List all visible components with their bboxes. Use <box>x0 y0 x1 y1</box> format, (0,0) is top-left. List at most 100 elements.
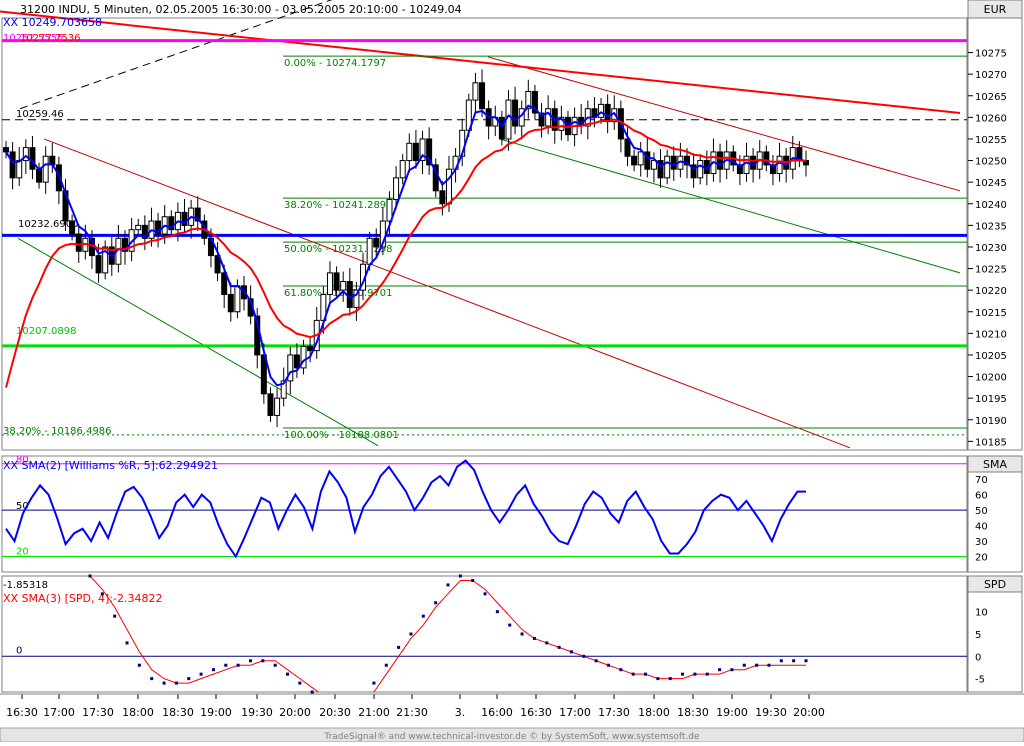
candle-body[interactable] <box>498 116 505 140</box>
candle-body[interactable] <box>373 237 380 248</box>
y-tick-label: 10215 <box>975 308 1007 319</box>
x-tick-label: 17:00 <box>559 706 591 719</box>
candle-body[interactable] <box>637 151 644 166</box>
candle-body[interactable] <box>406 142 413 162</box>
y-tick-label: 10230 <box>975 243 1007 254</box>
wpr-title: XX SMA(2) [Williams %R, 5]:62.294921 <box>3 459 218 472</box>
candle-body[interactable] <box>307 345 314 352</box>
wpr-tick-label: 40 <box>975 522 988 533</box>
candle-body[interactable] <box>631 155 638 166</box>
spd-dot <box>767 663 771 667</box>
candle-body[interactable] <box>717 151 724 170</box>
y-tick-label: 10200 <box>975 373 1007 384</box>
main-axis <box>967 17 1023 451</box>
spd-dot <box>471 578 475 582</box>
x-tick-label: 16:30 <box>520 706 552 719</box>
spd-dot <box>137 663 141 667</box>
candle-body[interactable] <box>234 285 241 313</box>
candle-body[interactable] <box>598 103 605 118</box>
candle-body[interactable] <box>439 190 446 205</box>
spd-value-label: -1.85318 <box>3 580 48 591</box>
spd-dot <box>532 636 536 640</box>
candle-body[interactable] <box>95 255 102 274</box>
candle-body[interactable] <box>664 155 671 179</box>
spd-dot <box>606 663 610 667</box>
spd-dot <box>792 659 796 663</box>
spd-dot <box>569 650 573 654</box>
candle-body[interactable] <box>42 155 49 183</box>
candle-body[interactable] <box>776 155 783 175</box>
spd-dot <box>483 592 487 596</box>
x-tick-label: 16:30 <box>6 706 38 719</box>
candle-body[interactable] <box>366 237 373 265</box>
candle-body[interactable] <box>346 281 353 308</box>
candle-body[interactable] <box>16 160 23 179</box>
spd-dot <box>705 672 709 676</box>
spd-dot <box>248 659 252 663</box>
candle-body[interactable] <box>36 168 43 183</box>
spd-dot <box>582 654 586 658</box>
magenta-level-label-2: 10277.7536 <box>20 33 80 44</box>
spd-dot <box>779 659 783 663</box>
y-tick-label: 10225 <box>975 265 1007 276</box>
spd-dot <box>397 645 401 649</box>
candle-body[interactable] <box>604 103 611 123</box>
spd-dot <box>446 583 450 587</box>
spd-dot <box>150 677 154 681</box>
candle-body[interactable] <box>472 82 479 101</box>
candle-body[interactable] <box>479 82 486 110</box>
y-tick-label: 10250 <box>975 157 1007 168</box>
y-tick-label: 10205 <box>975 351 1007 362</box>
spd-tick-label: 0 <box>975 652 981 663</box>
spd-tick-label: 10 <box>975 608 988 619</box>
candle-body[interactable] <box>512 99 519 127</box>
candle-body[interactable] <box>75 233 82 252</box>
x-tick-label: 17:30 <box>598 706 630 719</box>
candle-body[interactable] <box>545 108 552 127</box>
x-tick-label: 19:30 <box>755 706 787 719</box>
spd-dot <box>681 672 685 676</box>
candle-body[interactable] <box>670 155 677 170</box>
y-tick-label: 10185 <box>975 437 1007 448</box>
candle-body[interactable] <box>412 142 419 162</box>
trading-chart[interactable]: EUR SMA SPD TradeSignal® and www.technical-… <box>0 0 1024 743</box>
candle-body[interactable] <box>69 220 76 235</box>
candle-body[interactable] <box>399 160 406 179</box>
spd-dot <box>668 677 672 681</box>
candle-body[interactable] <box>135 224 142 231</box>
candle-body[interactable] <box>624 138 631 157</box>
y-tick-label: 10240 <box>975 200 1007 211</box>
chart-root: EUR SMA SPD TradeSignal® and www.technical-… <box>0 0 1024 743</box>
candle-body[interactable] <box>697 160 704 179</box>
y-tick-label: 10220 <box>975 286 1007 297</box>
spd-dot <box>508 623 512 627</box>
candle-body[interactable] <box>267 393 274 416</box>
x-tick-label: 18:00 <box>638 706 670 719</box>
x-tick-label: 20:30 <box>319 706 351 719</box>
spd-zero-label: 0 <box>16 645 22 656</box>
candle-body[interactable] <box>29 147 36 170</box>
williams-axis-label: SMA <box>983 458 1007 471</box>
x-tick-label: 20:00 <box>279 706 311 719</box>
candle-body[interactable] <box>227 293 234 313</box>
spd-axis-label: SPD <box>984 578 1006 591</box>
x-tick-label: 20:00 <box>793 706 825 719</box>
x-tick-label: 18:30 <box>162 706 194 719</box>
spd-dot <box>298 681 302 685</box>
x-tick-label: 19:00 <box>200 706 232 719</box>
candle-body[interactable] <box>293 354 300 369</box>
spd-dot <box>594 659 598 663</box>
candle-body[interactable] <box>445 168 452 205</box>
footer-text: TradeSignal® and www.technical-investor.… <box>323 732 700 742</box>
candle-body[interactable] <box>340 281 347 291</box>
candle-body[interactable] <box>326 272 333 295</box>
candle-body[interactable] <box>393 177 400 200</box>
candle-body[interactable] <box>274 397 281 416</box>
candle-body[interactable] <box>3 147 9 153</box>
candle-body[interactable] <box>9 151 16 179</box>
spd-dot <box>286 672 290 676</box>
y-tick-label: 10235 <box>975 221 1007 232</box>
x-tick-label: 18:30 <box>677 706 709 719</box>
candle-body[interactable] <box>333 272 340 291</box>
spd-title: XX SMA(3) [SPD, 4]:-2.34822 <box>3 592 162 605</box>
